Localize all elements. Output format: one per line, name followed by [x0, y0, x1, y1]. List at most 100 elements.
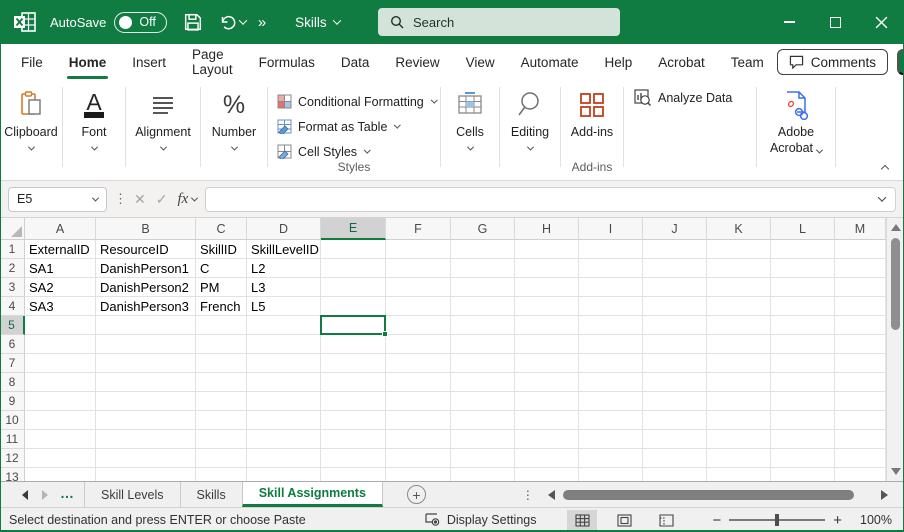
row-header-4[interactable]: 4 — [0, 297, 25, 316]
tab-home[interactable]: Home — [56, 44, 120, 80]
cell-K9[interactable] — [707, 392, 771, 411]
cell-A10[interactable] — [25, 411, 96, 430]
tab-file[interactable]: File — [8, 44, 56, 80]
cell-L1[interactable] — [771, 240, 835, 259]
cell-I7[interactable] — [579, 354, 643, 373]
cell-M3[interactable] — [835, 278, 886, 297]
tab-review[interactable]: Review — [382, 44, 452, 80]
ribbon-group-cells[interactable]: Cells — [441, 80, 499, 180]
tab-help[interactable]: Help — [591, 44, 645, 80]
formula-input[interactable] — [205, 187, 896, 212]
cell-D6[interactable] — [247, 335, 321, 354]
cell-H11[interactable] — [515, 430, 579, 449]
cell-B2[interactable]: DanishPerson1 — [96, 259, 196, 278]
cell-G12[interactable] — [451, 449, 515, 468]
cell-C10[interactable] — [196, 411, 247, 430]
cell-G11[interactable] — [451, 430, 515, 449]
cell-F12[interactable] — [386, 449, 451, 468]
sheet-nav-left-arrow[interactable] — [22, 490, 28, 500]
cell-H7[interactable] — [515, 354, 579, 373]
sheet-tab-skill-assignments[interactable]: Skill Assignments — [242, 482, 383, 507]
close-button[interactable] — [858, 0, 904, 44]
row-header-5[interactable]: 5 — [0, 316, 25, 335]
row-header-11[interactable]: 11 — [0, 430, 25, 449]
ribbon-group-font[interactable]: A Font — [63, 80, 125, 180]
cell-H9[interactable] — [515, 392, 579, 411]
cell-I10[interactable] — [579, 411, 643, 430]
cell-I1[interactable] — [579, 240, 643, 259]
cell-A3[interactable]: SA2 — [25, 278, 96, 297]
cell-J2[interactable] — [643, 259, 707, 278]
cell-A2[interactable]: SA1 — [25, 259, 96, 278]
page-layout-view-button[interactable] — [609, 510, 639, 531]
cell-I2[interactable] — [579, 259, 643, 278]
cell-F6[interactable] — [386, 335, 451, 354]
expand-formula-bar-chevron[interactable] — [878, 193, 886, 201]
cell-C9[interactable] — [196, 392, 247, 411]
column-header-A[interactable]: A — [25, 218, 96, 240]
cell-D4[interactable]: L5 — [247, 297, 321, 316]
tab-team[interactable]: Team — [718, 44, 777, 80]
cell-G8[interactable] — [451, 373, 515, 392]
cell-G7[interactable] — [451, 354, 515, 373]
cell-J6[interactable] — [643, 335, 707, 354]
cell-C13[interactable] — [196, 468, 247, 481]
cell-H12[interactable] — [515, 449, 579, 468]
cell-I12[interactable] — [579, 449, 643, 468]
horizontal-scrollbar[interactable] — [548, 482, 904, 507]
cell-M12[interactable] — [835, 449, 886, 468]
scroll-right-arrow[interactable] — [881, 490, 888, 500]
confirm-entry-button[interactable]: ✓ — [156, 191, 168, 208]
cell-I11[interactable] — [579, 430, 643, 449]
cell-G2[interactable] — [451, 259, 515, 278]
cell-J8[interactable] — [643, 373, 707, 392]
cell-E12[interactable] — [321, 449, 386, 468]
cell-L4[interactable] — [771, 297, 835, 316]
undo-dropdown-chevron[interactable] — [239, 16, 247, 24]
cell-K1[interactable] — [707, 240, 771, 259]
cell-J7[interactable] — [643, 354, 707, 373]
cell-L2[interactable] — [771, 259, 835, 278]
cell-M7[interactable] — [835, 354, 886, 373]
cell-K10[interactable] — [707, 411, 771, 430]
cell-K3[interactable] — [707, 278, 771, 297]
cell-I4[interactable] — [579, 297, 643, 316]
tab-page-layout[interactable]: Page Layout — [179, 44, 246, 80]
cell-A9[interactable] — [25, 392, 96, 411]
cell-B13[interactable] — [96, 468, 196, 481]
cell-G9[interactable] — [451, 392, 515, 411]
cell-F13[interactable] — [386, 468, 451, 481]
cell-L5[interactable] — [771, 316, 835, 335]
cell-E8[interactable] — [321, 373, 386, 392]
cell-J5[interactable] — [643, 316, 707, 335]
cell-J9[interactable] — [643, 392, 707, 411]
row-header-12[interactable]: 12 — [0, 449, 25, 468]
row-header-10[interactable]: 10 — [0, 411, 25, 430]
zoom-out-button[interactable]: − — [712, 512, 721, 529]
tab-scroll-splitter[interactable]: ⋮ — [522, 488, 534, 502]
cell-M6[interactable] — [835, 335, 886, 354]
cell-C12[interactable] — [196, 449, 247, 468]
cell-L13[interactable] — [771, 468, 835, 481]
cell-A5[interactable] — [25, 316, 96, 335]
cell-M13[interactable] — [835, 468, 886, 481]
cell-E9[interactable] — [321, 392, 386, 411]
cell-C5[interactable] — [196, 316, 247, 335]
ribbon-group-alignment[interactable]: Alignment — [126, 80, 200, 180]
cell-H4[interactable] — [515, 297, 579, 316]
row-header-6[interactable]: 6 — [0, 335, 25, 354]
column-header-C[interactable]: C — [196, 218, 247, 240]
ribbon-group-addins[interactable]: Add-ins Add-ins — [561, 80, 623, 180]
cell-F10[interactable] — [386, 411, 451, 430]
cell-J10[interactable] — [643, 411, 707, 430]
format-as-table-button[interactable]: Format as Table — [277, 114, 400, 139]
cell-D9[interactable] — [247, 392, 321, 411]
excel-logo-icon[interactable] — [14, 12, 36, 32]
vertical-scroll-thumb[interactable] — [891, 238, 900, 330]
cell-D11[interactable] — [247, 430, 321, 449]
cell-L6[interactable] — [771, 335, 835, 354]
cell-B1[interactable]: ResourceID — [96, 240, 196, 259]
cell-E3[interactable] — [321, 278, 386, 297]
row-header-2[interactable]: 2 — [0, 259, 25, 278]
cell-I6[interactable] — [579, 335, 643, 354]
